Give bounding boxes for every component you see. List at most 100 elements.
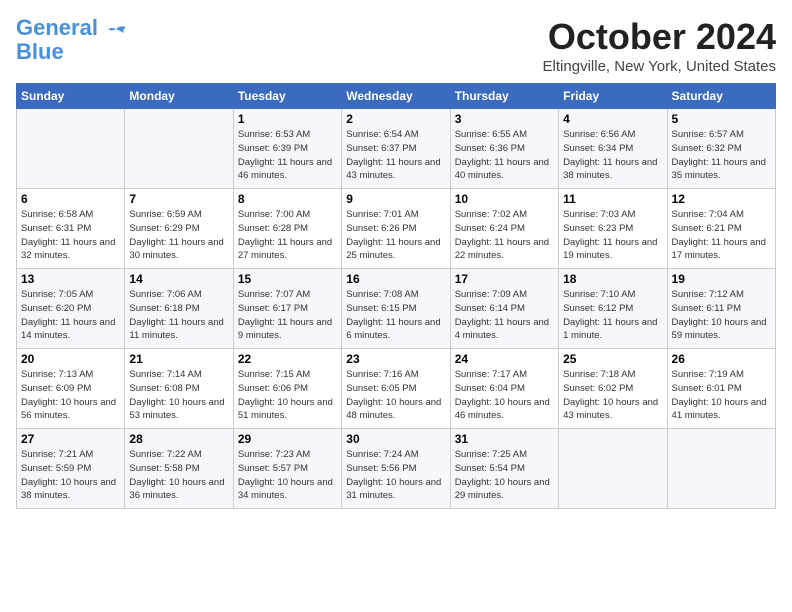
calendar-cell: 27 Sunrise: 7:21 AM Sunset: 5:59 PM Dayli… bbox=[17, 429, 125, 509]
calendar-cell: 17Sunrise: 7:09 AM Sunset: 6:14 PM Dayli… bbox=[450, 269, 558, 349]
day-of-week-header: Sunday bbox=[17, 84, 125, 109]
calendar-cell bbox=[667, 429, 775, 509]
day-number: 27 bbox=[21, 432, 120, 446]
calendar-cell: 15 Sunrise: 7:07 AM Sunset: 6:17 PM Dayli… bbox=[233, 269, 341, 349]
calendar-cell: 28Sunrise: 7:22 AM Sunset: 5:58 PM Dayli… bbox=[125, 429, 233, 509]
calendar-cell: 14 Sunrise: 7:06 AM Sunset: 6:18 PM Dayli… bbox=[125, 269, 233, 349]
day-number: 20 bbox=[21, 352, 120, 366]
calendar-header: SundayMondayTuesdayWednesdayThursdayFrid… bbox=[17, 84, 776, 109]
calendar-cell: 8Sunrise: 7:00 AM Sunset: 6:28 PM Daylig… bbox=[233, 189, 341, 269]
calendar-cell: 1 Sunrise: 6:53 AM Sunset: 6:39 PM Daylig… bbox=[233, 109, 341, 189]
day-number: 16 bbox=[346, 272, 445, 286]
location: Eltingville, New York, United States bbox=[543, 58, 776, 75]
calendar-week-row: 6Sunrise: 6:58 AM Sunset: 6:31 PM Daylig… bbox=[17, 189, 776, 269]
calendar-cell: 21Sunrise: 7:14 AM Sunset: 6:08 PM Dayli… bbox=[125, 349, 233, 429]
calendar-cell: 19 Sunrise: 7:12 AM Sunset: 6:11 PM Dayli… bbox=[667, 269, 775, 349]
day-of-week-header: Saturday bbox=[667, 84, 775, 109]
calendar-cell bbox=[17, 109, 125, 189]
day-info: Sunrise: 7:00 AM Sunset: 6:28 PM Dayligh… bbox=[238, 208, 337, 263]
calendar-body: 1 Sunrise: 6:53 AM Sunset: 6:39 PM Daylig… bbox=[17, 109, 776, 509]
day-info: Sunrise: 7:17 AM Sunset: 6:04 PM Dayligh… bbox=[455, 368, 554, 423]
day-number: 1 bbox=[238, 112, 337, 126]
calendar-cell bbox=[125, 109, 233, 189]
day-info: Sunrise: 7:06 AM Sunset: 6:18 PM Dayligh… bbox=[129, 288, 228, 343]
calendar-cell: 26Sunrise: 7:19 AM Sunset: 6:01 PM Dayli… bbox=[667, 349, 775, 429]
calendar-week-row: 1 Sunrise: 6:53 AM Sunset: 6:39 PM Daylig… bbox=[17, 109, 776, 189]
day-number: 15 bbox=[238, 272, 337, 286]
logo-bird-icon bbox=[102, 25, 130, 47]
day-number: 23 bbox=[346, 352, 445, 366]
calendar-cell: 4Sunrise: 6:56 AM Sunset: 6:34 PM Daylig… bbox=[559, 109, 667, 189]
day-info: Sunrise: 7:01 AM Sunset: 6:26 PM Dayligh… bbox=[346, 208, 445, 263]
day-info: Sunrise: 7:21 AM Sunset: 5:59 PM Dayligh… bbox=[21, 448, 120, 503]
calendar-table: SundayMondayTuesdayWednesdayThursdayFrid… bbox=[16, 83, 776, 509]
day-info: Sunrise: 6:59 AM Sunset: 6:29 PM Dayligh… bbox=[129, 208, 228, 263]
calendar-week-row: 27 Sunrise: 7:21 AM Sunset: 5:59 PM Dayli… bbox=[17, 429, 776, 509]
title-block: October 2024 Eltingville, New York, Unit… bbox=[543, 16, 776, 75]
calendar-cell: 30Sunrise: 7:24 AM Sunset: 5:56 PM Dayli… bbox=[342, 429, 450, 509]
calendar-cell: 22Sunrise: 7:15 AM Sunset: 6:06 PM Dayli… bbox=[233, 349, 341, 429]
day-number: 7 bbox=[129, 192, 228, 206]
day-info: Sunrise: 7:23 AM Sunset: 5:57 PM Dayligh… bbox=[238, 448, 337, 503]
calendar-cell: 16 Sunrise: 7:08 AM Sunset: 6:15 PM Dayli… bbox=[342, 269, 450, 349]
day-number: 24 bbox=[455, 352, 554, 366]
calendar-cell: 31 Sunrise: 7:25 AM Sunset: 5:54 PM Dayli… bbox=[450, 429, 558, 509]
day-info: Sunrise: 7:25 AM Sunset: 5:54 PM Dayligh… bbox=[455, 448, 554, 503]
day-info: Sunrise: 7:05 AM Sunset: 6:20 PM Dayligh… bbox=[21, 288, 120, 343]
day-of-week-header: Thursday bbox=[450, 84, 558, 109]
day-info: Sunrise: 6:56 AM Sunset: 6:34 PM Dayligh… bbox=[563, 128, 662, 183]
calendar-cell: 3Sunrise: 6:55 AM Sunset: 6:36 PM Daylig… bbox=[450, 109, 558, 189]
day-info: Sunrise: 7:13 AM Sunset: 6:09 PM Dayligh… bbox=[21, 368, 120, 423]
calendar-week-row: 13 Sunrise: 7:05 AM Sunset: 6:20 PM Dayli… bbox=[17, 269, 776, 349]
day-info: Sunrise: 7:09 AM Sunset: 6:14 PM Dayligh… bbox=[455, 288, 554, 343]
month-title: October 2024 bbox=[543, 16, 776, 58]
day-info: Sunrise: 7:12 AM Sunset: 6:11 PM Dayligh… bbox=[672, 288, 771, 343]
logo-general: General bbox=[16, 15, 98, 40]
day-number: 10 bbox=[455, 192, 554, 206]
calendar-cell: 2Sunrise: 6:54 AM Sunset: 6:37 PM Daylig… bbox=[342, 109, 450, 189]
day-info: Sunrise: 7:16 AM Sunset: 6:05 PM Dayligh… bbox=[346, 368, 445, 423]
day-number: 18 bbox=[563, 272, 662, 286]
day-number: 31 bbox=[455, 432, 554, 446]
day-info: Sunrise: 7:07 AM Sunset: 6:17 PM Dayligh… bbox=[238, 288, 337, 343]
day-of-week-header: Wednesday bbox=[342, 84, 450, 109]
day-number: 13 bbox=[21, 272, 120, 286]
day-info: Sunrise: 7:18 AM Sunset: 6:02 PM Dayligh… bbox=[563, 368, 662, 423]
calendar-cell bbox=[559, 429, 667, 509]
day-number: 29 bbox=[238, 432, 337, 446]
calendar-cell: 20 Sunrise: 7:13 AM Sunset: 6:09 PM Dayli… bbox=[17, 349, 125, 429]
calendar-cell: 24 Sunrise: 7:17 AM Sunset: 6:04 PM Dayli… bbox=[450, 349, 558, 429]
header-row: SundayMondayTuesdayWednesdayThursdayFrid… bbox=[17, 84, 776, 109]
day-info: Sunrise: 7:15 AM Sunset: 6:06 PM Dayligh… bbox=[238, 368, 337, 423]
day-info: Sunrise: 7:10 AM Sunset: 6:12 PM Dayligh… bbox=[563, 288, 662, 343]
calendar-cell: 23 Sunrise: 7:16 AM Sunset: 6:05 PM Dayli… bbox=[342, 349, 450, 429]
day-number: 11 bbox=[563, 192, 662, 206]
calendar-cell: 6Sunrise: 6:58 AM Sunset: 6:31 PM Daylig… bbox=[17, 189, 125, 269]
calendar-cell: 13 Sunrise: 7:05 AM Sunset: 6:20 PM Dayli… bbox=[17, 269, 125, 349]
day-info: Sunrise: 6:55 AM Sunset: 6:36 PM Dayligh… bbox=[455, 128, 554, 183]
day-info: Sunrise: 7:02 AM Sunset: 6:24 PM Dayligh… bbox=[455, 208, 554, 263]
day-number: 12 bbox=[672, 192, 771, 206]
day-info: Sunrise: 7:14 AM Sunset: 6:08 PM Dayligh… bbox=[129, 368, 228, 423]
calendar-cell: 5Sunrise: 6:57 AM Sunset: 6:32 PM Daylig… bbox=[667, 109, 775, 189]
day-of-week-header: Monday bbox=[125, 84, 233, 109]
day-info: Sunrise: 7:03 AM Sunset: 6:23 PM Dayligh… bbox=[563, 208, 662, 263]
logo-text: General Blue bbox=[16, 16, 98, 64]
calendar-cell: 25Sunrise: 7:18 AM Sunset: 6:02 PM Dayli… bbox=[559, 349, 667, 429]
day-number: 19 bbox=[672, 272, 771, 286]
day-info: Sunrise: 6:53 AM Sunset: 6:39 PM Dayligh… bbox=[238, 128, 337, 183]
page-header: General Blue October 2024 Eltingville, N… bbox=[16, 16, 776, 75]
day-info: Sunrise: 7:22 AM Sunset: 5:58 PM Dayligh… bbox=[129, 448, 228, 503]
calendar-cell: 10 Sunrise: 7:02 AM Sunset: 6:24 PM Dayli… bbox=[450, 189, 558, 269]
day-number: 30 bbox=[346, 432, 445, 446]
day-number: 5 bbox=[672, 112, 771, 126]
day-info: Sunrise: 6:54 AM Sunset: 6:37 PM Dayligh… bbox=[346, 128, 445, 183]
calendar-cell: 12 Sunrise: 7:04 AM Sunset: 6:21 PM Dayli… bbox=[667, 189, 775, 269]
day-number: 14 bbox=[129, 272, 228, 286]
day-info: Sunrise: 7:04 AM Sunset: 6:21 PM Dayligh… bbox=[672, 208, 771, 263]
calendar-cell: 29 Sunrise: 7:23 AM Sunset: 5:57 PM Dayli… bbox=[233, 429, 341, 509]
day-info: Sunrise: 6:58 AM Sunset: 6:31 PM Dayligh… bbox=[21, 208, 120, 263]
day-number: 9 bbox=[346, 192, 445, 206]
calendar-week-row: 20 Sunrise: 7:13 AM Sunset: 6:09 PM Dayli… bbox=[17, 349, 776, 429]
day-info: Sunrise: 7:08 AM Sunset: 6:15 PM Dayligh… bbox=[346, 288, 445, 343]
